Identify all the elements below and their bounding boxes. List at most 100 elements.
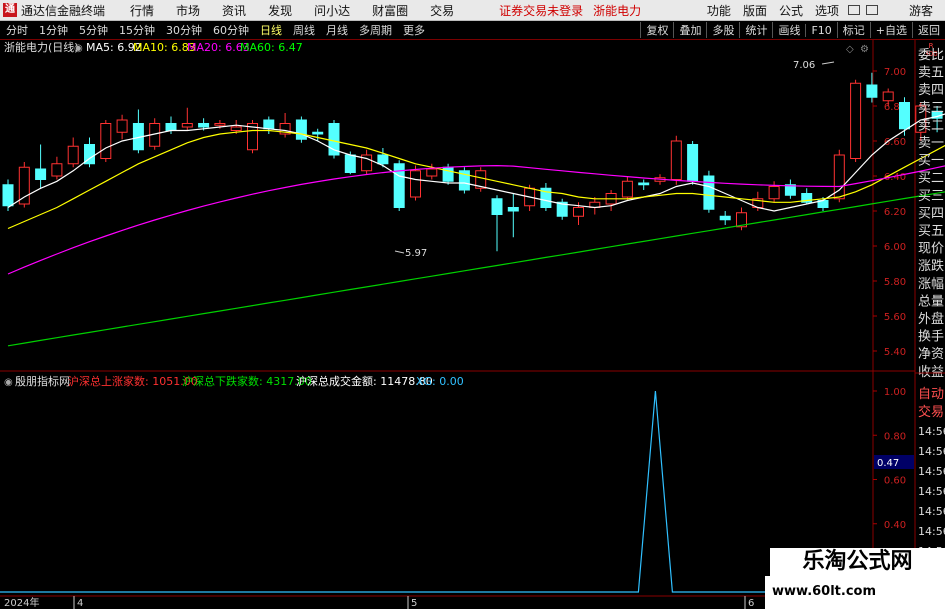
period-60min[interactable]: 60分钟 xyxy=(207,22,254,38)
candle-body xyxy=(377,154,389,165)
menu-gongshi[interactable]: 公式 xyxy=(773,2,809,19)
sub-chart-dropdown-icon[interactable]: ◉ xyxy=(4,377,13,388)
menu-banmian[interactable]: 版面 xyxy=(737,2,773,19)
period-weekly[interactable]: 周线 xyxy=(287,22,320,38)
sidebar-label: 卖一 xyxy=(918,136,944,151)
period-15min[interactable]: 15分钟 xyxy=(113,22,160,38)
sidebar-label: 卖二 xyxy=(918,118,944,133)
window-layout-icon[interactable] xyxy=(865,5,878,15)
sidebar-label: 卖三 xyxy=(918,101,944,116)
high-price-label: 7.06 xyxy=(793,60,815,71)
sidebar-label: 买三 xyxy=(918,189,944,204)
menu-zixun[interactable]: 资讯 xyxy=(211,2,257,19)
menu-shichang[interactable]: 市场 xyxy=(165,2,211,19)
candle-body xyxy=(165,123,177,131)
candle-body xyxy=(670,140,682,180)
candle-body xyxy=(507,207,519,212)
menu-xuanxiang[interactable]: 选项 xyxy=(809,2,845,19)
sidebar-label: 卖五 xyxy=(918,66,944,81)
xg-line xyxy=(0,390,873,593)
candle-body xyxy=(67,145,79,165)
candle-body xyxy=(621,180,633,198)
tool-zixuan[interactable]: +自选 xyxy=(869,22,912,38)
chart-dropdown-icon[interactable]: ◉ xyxy=(74,43,83,54)
turnover-label: 沪深总成交金额: 11478.80 xyxy=(296,374,433,388)
menu-caifuquan[interactable]: 财富圈 xyxy=(361,2,419,19)
tool-biaoji[interactable]: 标记 xyxy=(836,22,870,38)
candle-body xyxy=(768,186,780,200)
app-logo-icon: 通 xyxy=(3,3,17,17)
tool-diejia[interactable]: 叠加 xyxy=(673,22,706,38)
sidebar-trade-label[interactable]: 交易 xyxy=(918,404,944,420)
login-status[interactable]: 证券交易未登录 xyxy=(499,2,583,19)
sidebar-label: 总量 xyxy=(918,294,944,309)
main-y-tick-label: 5.40 xyxy=(884,347,906,358)
window-restore-icon[interactable] xyxy=(847,5,860,15)
candle-body xyxy=(35,168,47,180)
sidebar-label: 委比 xyxy=(918,48,944,63)
menu-gongneng[interactable]: 功能 xyxy=(701,2,737,19)
tool-huaxian[interactable]: 画线 xyxy=(772,22,805,38)
title-bar: 通 通达信金融终端 行情 市场 资讯 发现 问小达 财富圈 交易 证券交易未登录… xyxy=(0,0,945,21)
ma60-line xyxy=(7,191,945,347)
settings-icon[interactable]: ⚙ xyxy=(860,44,869,55)
menu-hangqing[interactable]: 行情 xyxy=(119,2,165,19)
period-1min[interactable]: 1分钟 xyxy=(33,22,73,38)
high-low-labels: 7.06 5.97 xyxy=(394,60,835,259)
quote-sidebar: R R300委比卖五卖四卖三卖二卖一买一买二买三买四买五现价涨跌涨幅总量外盘换手… xyxy=(915,42,945,578)
period-fenshi[interactable]: 分时 xyxy=(0,22,33,38)
diamond-icon[interactable]: ◇ xyxy=(846,44,854,55)
sidebar-label: 买四 xyxy=(918,206,944,221)
main-chart-title: 浙能电力(日线) xyxy=(4,40,79,54)
main-y-tick-label: 5.60 xyxy=(884,312,906,323)
sidebar-label: 外盘 xyxy=(918,311,944,327)
candle-body xyxy=(719,215,731,221)
main-y-tick-label: 5.80 xyxy=(884,277,906,288)
sub-y-tick-label: 0.80 xyxy=(884,431,906,442)
candle-body xyxy=(18,166,30,205)
candle-body xyxy=(214,123,226,126)
candle-body xyxy=(344,154,356,173)
candle-body xyxy=(882,91,894,102)
candle-body xyxy=(491,198,503,215)
menu-faxian[interactable]: 发现 xyxy=(257,2,303,19)
period-30min[interactable]: 30分钟 xyxy=(160,22,207,38)
period-more[interactable]: 更多 xyxy=(397,22,430,38)
candle-body xyxy=(442,166,454,182)
sidebar-label: 买一 xyxy=(918,154,944,169)
tool-fuquan[interactable]: 复权 xyxy=(640,22,673,38)
tool-tongji[interactable]: 统计 xyxy=(739,22,772,38)
high-arrow-icon xyxy=(821,61,835,65)
sub-y-tick-label: 0.40 xyxy=(884,520,906,531)
candle-body xyxy=(295,119,307,140)
candle-body xyxy=(100,123,112,159)
period-daily[interactable]: 日线 xyxy=(254,22,287,38)
down-count-label: 沪深总下跌家数: 4317.00 xyxy=(182,374,312,388)
tool-f10[interactable]: F10 xyxy=(805,23,836,37)
ma-lines xyxy=(7,113,945,347)
sidebar-label: 买二 xyxy=(918,171,944,186)
sidebar-time: 14:56 xyxy=(918,445,945,458)
candle-body xyxy=(181,123,193,128)
tool-fanhui[interactable]: 返回 xyxy=(912,22,945,38)
low-price-label: 5.97 xyxy=(405,248,427,259)
main-y-tick-label: 6.00 xyxy=(884,242,906,253)
sub-chart-title: 殷朋指标网 xyxy=(15,374,70,388)
stock-name-title: 浙能电力 xyxy=(593,3,642,18)
title-right-menus: 功能 版面 公式 选项 游客 xyxy=(701,0,945,20)
period-monthly[interactable]: 月线 xyxy=(320,22,353,38)
sidebar-label: 涨跌 xyxy=(918,258,944,274)
candle-body xyxy=(638,182,650,186)
candle-body xyxy=(312,131,324,135)
period-5min[interactable]: 5分钟 xyxy=(73,22,113,38)
guest-user[interactable]: 游客 xyxy=(903,2,939,19)
tool-duogu[interactable]: 多股 xyxy=(706,22,739,38)
app-title: 通达信金融终端 xyxy=(21,3,106,18)
candle-body xyxy=(2,184,14,207)
menu-jiaoyi[interactable]: 交易 xyxy=(419,2,465,19)
xg-label: XG: 0.00 xyxy=(416,375,464,388)
sidebar-trade-label[interactable]: 自动 xyxy=(918,387,944,402)
menu-wenxiaoda[interactable]: 问小达 xyxy=(303,2,361,19)
period-multi[interactable]: 多周期 xyxy=(353,22,397,38)
sidebar-label: 净资 xyxy=(918,347,944,362)
